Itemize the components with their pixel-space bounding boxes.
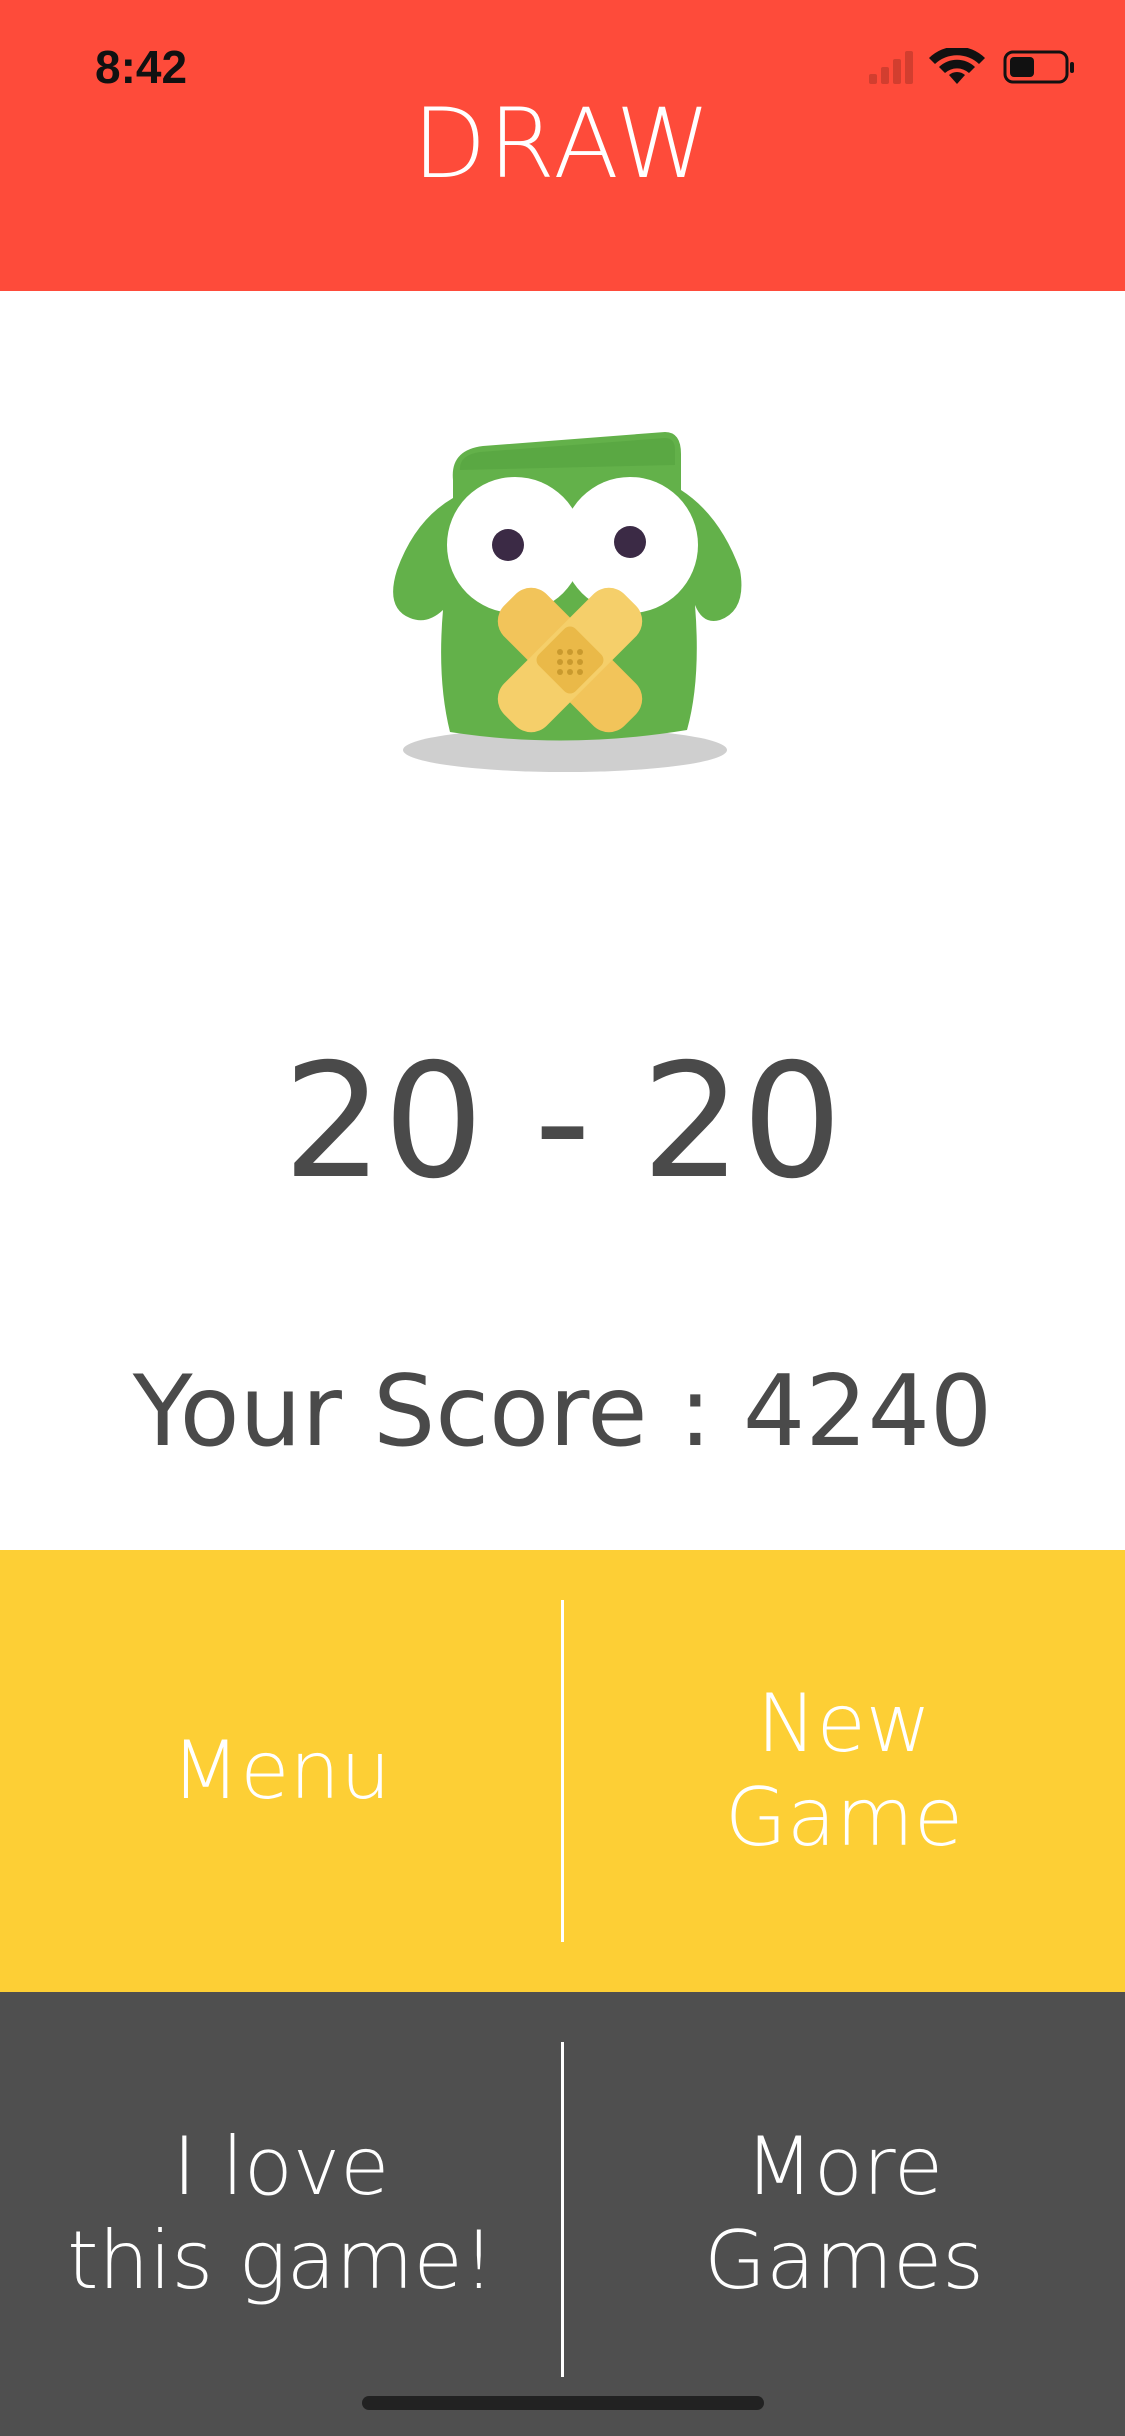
status-time: 8:42 (95, 41, 188, 93)
header-bar: 8:42 DRAW (0, 0, 1125, 291)
home-indicator[interactable] (362, 2396, 764, 2410)
new-game-button[interactable]: New Game (563, 1550, 1125, 1992)
more-games-button[interactable]: More Games (563, 1992, 1125, 2436)
battery-icon (1003, 50, 1074, 84)
love-game-button[interactable]: I love this game! (0, 1992, 562, 2436)
secondary-actions: I love this game! More Games (0, 1992, 1125, 2436)
your-score: Your Score : 4240 (132, 1355, 993, 1469)
signal-icon (869, 51, 913, 84)
wifi-icon (929, 48, 985, 84)
primary-actions: Menu New Game (0, 1550, 1125, 1992)
match-score: 20 - 20 (282, 1030, 843, 1214)
owl-mascot-taped-mouth-icon (393, 432, 742, 772)
menu-button[interactable]: Menu (0, 1550, 562, 1992)
status-icons (869, 48, 1074, 84)
result-title: DRAW (412, 88, 713, 200)
